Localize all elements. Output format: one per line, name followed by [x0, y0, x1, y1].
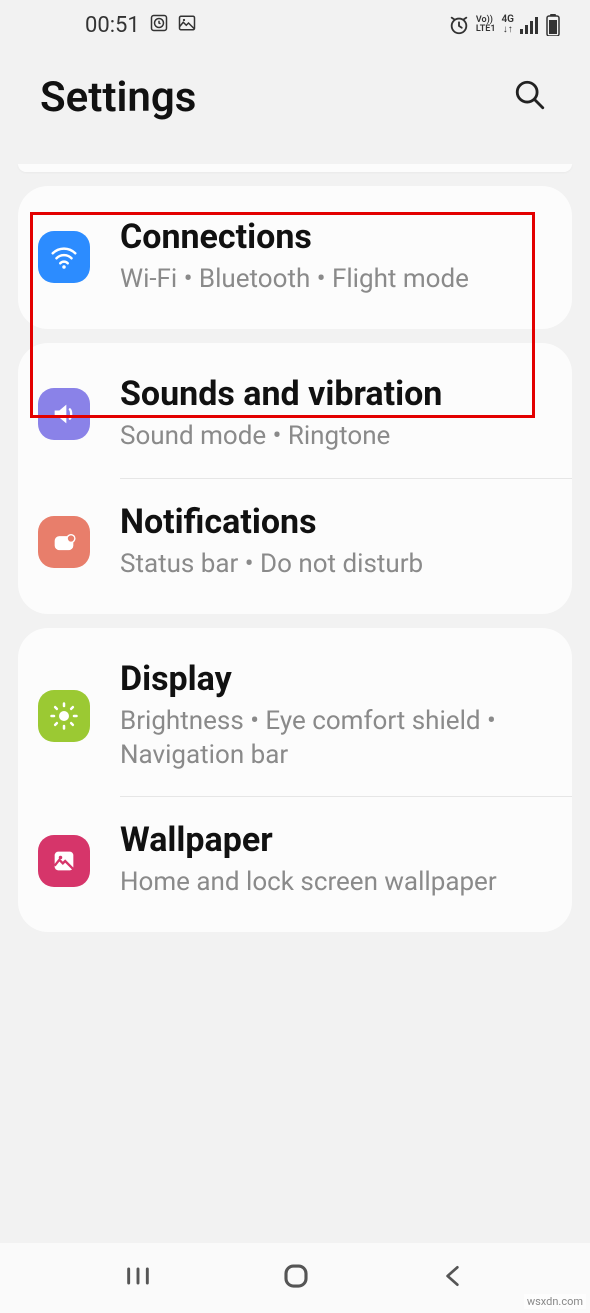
settings-card: Connections Wi‑Fi • Bluetooth • Flight m… [18, 186, 572, 329]
sound-icon [38, 388, 90, 440]
watermark: wsxdn.com [524, 1294, 586, 1309]
row-subtitle: Status bar • Do not disturb [120, 548, 544, 582]
battery-icon [546, 14, 560, 36]
settings-row-notifications[interactable]: Notifications Status bar • Do not distur… [18, 479, 572, 606]
row-subtitle: Brightness • Eye comfort shield • Naviga… [120, 705, 544, 773]
row-subtitle: Home and lock screen wallpaper [120, 866, 544, 900]
signal-icon [520, 16, 540, 34]
search-icon [513, 78, 547, 112]
back-button[interactable] [440, 1262, 466, 1294]
settings-card: Sounds and vibration Sound mode • Ringto… [18, 343, 572, 614]
network-type-indicator: 4G ↓↑ [501, 15, 514, 35]
row-title: Sounds and vibration [120, 375, 544, 414]
row-title: Display [120, 660, 544, 699]
volte-indicator: Vo)) LTE1 [476, 16, 496, 34]
settings-row-display[interactable]: Display Brightness • Eye comfort shield … [18, 636, 572, 797]
row-title: Connections [120, 218, 544, 257]
previous-card-edge [18, 164, 572, 172]
settings-card: Display Brightness • Eye comfort shield … [18, 628, 572, 933]
wifi-icon [38, 231, 90, 283]
notification-icon [38, 516, 90, 568]
wallpaper-icon [38, 835, 90, 887]
page-header: Settings [0, 50, 590, 164]
row-title: Notifications [120, 503, 544, 542]
search-button[interactable] [505, 70, 555, 124]
status-bar: 00:51 Vo)) LTE1 4G ↓↑ [0, 0, 590, 50]
row-subtitle: Sound mode • Ringtone [120, 420, 544, 454]
recents-button[interactable] [124, 1262, 152, 1294]
page-title: Settings [40, 73, 196, 122]
settings-row-connections[interactable]: Connections Wi‑Fi • Bluetooth • Flight m… [18, 194, 572, 321]
row-title: Wallpaper [120, 821, 544, 860]
alarm-icon [448, 14, 470, 36]
home-button[interactable] [281, 1261, 311, 1295]
android-nav-bar [0, 1243, 590, 1313]
clock-app-icon [150, 13, 168, 38]
image-app-icon [178, 13, 196, 38]
settings-row-sounds[interactable]: Sounds and vibration Sound mode • Ringto… [18, 351, 572, 478]
brightness-icon [38, 690, 90, 742]
status-time: 00:51 [85, 13, 140, 38]
row-subtitle: Wi‑Fi • Bluetooth • Flight mode [120, 263, 544, 297]
settings-row-wallpaper[interactable]: Wallpaper Home and lock screen wallpaper [18, 797, 572, 924]
